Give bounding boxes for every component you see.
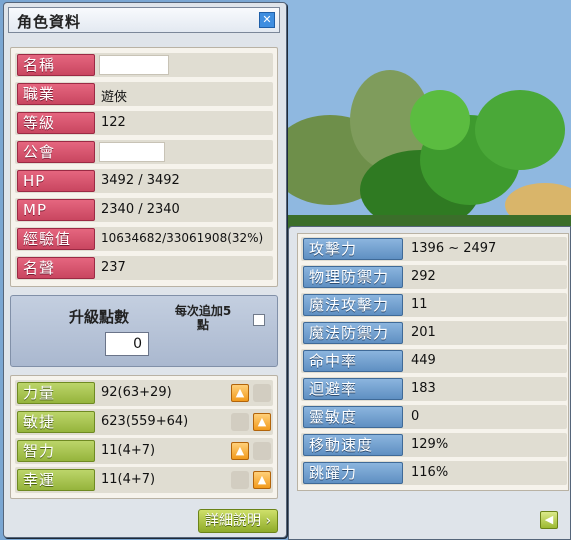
- info-row-exp: 經驗值 10634682/33061908(32%): [15, 227, 273, 251]
- info-value: 3492 / 3492: [101, 173, 180, 188]
- stat-label: 智力: [17, 440, 95, 462]
- stat-row-str: 力量 92(63+29) ▲: [15, 380, 273, 406]
- detail-label: 跳躍力: [303, 462, 403, 484]
- info-label: 名稱: [17, 54, 95, 76]
- up-button-slot: [231, 413, 249, 431]
- info-row-level: 等級 122: [15, 111, 273, 135]
- basic-info-panel: 名稱 職業 遊俠 等級 122 公會 HP 3492 / 3492 MP 234…: [10, 47, 278, 287]
- info-value: 122: [101, 115, 126, 130]
- detail-label: 移動速度: [303, 434, 403, 456]
- chevron-right-icon: ›: [265, 513, 272, 529]
- arrow-up-icon[interactable]: ▲: [253, 471, 271, 489]
- stat-row-int: 智力 11(4+7) ▲: [15, 438, 273, 464]
- detail-value: 201: [411, 325, 436, 340]
- detail-stats-panel: 攻擊力 1396 ~ 2497 物理防禦力 292 魔法攻擊力 11 魔法防禦力…: [297, 233, 569, 491]
- info-label: 名聲: [17, 257, 95, 279]
- auto-assign-checkbox[interactable]: [253, 314, 265, 326]
- stat-label: 力量: [17, 382, 95, 404]
- up-button-slot: [231, 471, 249, 489]
- stat-value: 623(559+64): [101, 414, 189, 429]
- detail-label: 迴避率: [303, 378, 403, 400]
- detail-row: 魔法攻擊力 11: [301, 293, 567, 317]
- ability-points-label: 升級點數: [69, 308, 130, 326]
- detail-label: 魔法攻擊力: [303, 294, 403, 316]
- stat-label: 幸運: [17, 469, 95, 491]
- detail-button-label: 詳細說明: [205, 513, 261, 529]
- detail-row: 迴避率 183: [301, 377, 567, 401]
- stat-value: 11(4+7): [101, 443, 156, 458]
- detail-stats-window: 攻擊力 1396 ~ 2497 物理防禦力 292 魔法攻擊力 11 魔法防禦力…: [288, 226, 571, 540]
- guild-value-box: [99, 142, 165, 162]
- detail-label: 魔法防禦力: [303, 322, 403, 344]
- detail-label: 攻擊力: [303, 238, 403, 260]
- info-value: 10634682/33061908(32%): [101, 231, 264, 245]
- up-button-slot: [253, 384, 271, 402]
- auto-assign-label-line2: 點: [196, 318, 209, 332]
- info-label: 職業: [17, 83, 95, 105]
- arrow-up-icon[interactable]: ▲: [231, 384, 249, 402]
- detail-label: 靈敏度: [303, 406, 403, 428]
- character-info-window: 角色資料 ✕ 名稱 職業 遊俠 等級 122 公會 HP 3492 / 3492: [3, 2, 287, 538]
- detail-row: 攻擊力 1396 ~ 2497: [301, 237, 567, 261]
- arrow-up-icon[interactable]: ▲: [253, 413, 271, 431]
- detail-row: 靈敏度 0: [301, 405, 567, 429]
- window-title: 角色資料: [17, 13, 82, 31]
- detail-label: 物理防禦力: [303, 266, 403, 288]
- stat-value: 92(63+29): [101, 385, 172, 400]
- detail-row: 跳躍力 116%: [301, 461, 567, 485]
- detail-row: 魔法防禦力 201: [301, 321, 567, 345]
- stat-label: 敏捷: [17, 411, 95, 433]
- info-label: HP: [17, 170, 95, 192]
- detail-value: 0: [411, 409, 420, 424]
- arrow-up-icon[interactable]: ▲: [231, 442, 249, 460]
- close-icon[interactable]: ✕: [259, 12, 275, 28]
- detail-value: 449: [411, 353, 436, 368]
- arrow-left-icon[interactable]: ◀: [540, 511, 558, 529]
- info-label: 等級: [17, 112, 95, 134]
- stat-value: 11(4+7): [101, 472, 156, 487]
- window-title-bar[interactable]: 角色資料 ✕: [8, 7, 280, 33]
- info-row-job: 職業 遊俠: [15, 82, 273, 106]
- detail-value: 129%: [411, 437, 449, 452]
- name-value-box: [99, 55, 169, 75]
- detail-value: 116%: [411, 465, 449, 480]
- stats-panel: 力量 92(63+29) ▲ 敏捷 623(559+64) ▲ 智力 11(4+…: [10, 375, 278, 499]
- detail-value: 292: [411, 269, 436, 284]
- detail-row: 命中率 449: [301, 349, 567, 373]
- info-label: MP: [17, 199, 95, 221]
- auto-assign-label: 每次追加5 點: [163, 304, 243, 332]
- up-button-slot: [253, 442, 271, 460]
- info-value: 237: [101, 260, 126, 275]
- ability-points-panel: 升級點數 0 每次追加5 點: [10, 295, 278, 367]
- detail-value: 1396 ~ 2497: [411, 241, 497, 256]
- detail-label: 命中率: [303, 350, 403, 372]
- info-row-name: 名稱: [15, 53, 273, 77]
- info-value: 遊俠: [101, 90, 128, 105]
- info-label: 公會: [17, 141, 95, 163]
- detail-toggle-button[interactable]: 詳細說明 ›: [198, 509, 278, 533]
- detail-row: 移動速度 129%: [301, 433, 567, 457]
- auto-assign-label-line1: 每次追加5: [174, 304, 232, 318]
- ability-points-value: 0: [105, 332, 149, 356]
- info-label: 經驗值: [17, 228, 95, 250]
- detail-value: 11: [411, 297, 428, 312]
- info-row-mp: MP 2340 / 2340: [15, 198, 273, 222]
- stat-row-dex: 敏捷 623(559+64) ▲: [15, 409, 273, 435]
- info-row-guild: 公會: [15, 140, 273, 164]
- info-row-hp: HP 3492 / 3492: [15, 169, 273, 193]
- info-row-fame: 名聲 237: [15, 256, 273, 280]
- info-value: 2340 / 2340: [101, 202, 180, 217]
- stat-row-luk: 幸運 11(4+7) ▲: [15, 467, 273, 493]
- detail-value: 183: [411, 381, 436, 396]
- detail-row: 物理防禦力 292: [301, 265, 567, 289]
